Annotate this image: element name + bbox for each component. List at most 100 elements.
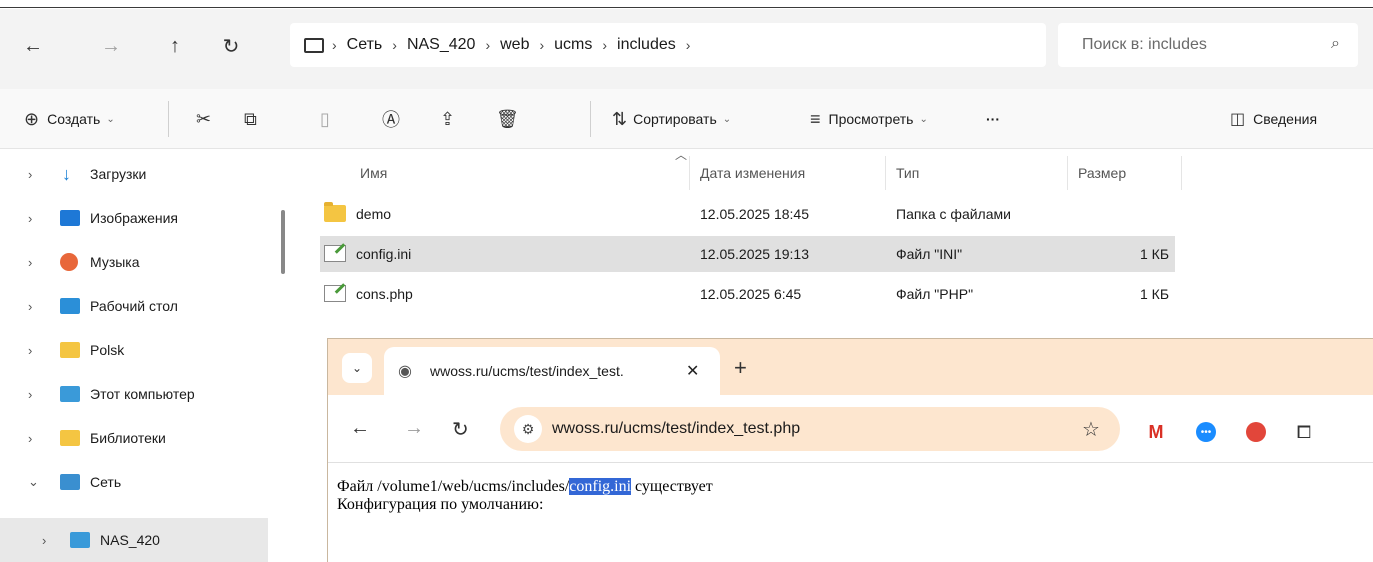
breadcrumb[interactable]: › Сеть › NAS_420 › web › ucms › includes… (290, 23, 1046, 67)
share-button[interactable]: ⇪ (440, 107, 455, 131)
browser-reload-button[interactable]: ↻ (452, 417, 469, 442)
browser-tab[interactable]: ◉ wwoss.ru/ucms/test/index_test. ✕ (384, 347, 720, 395)
sidebar-item-label: NAS_420 (100, 532, 160, 548)
details-button[interactable]: ◫ Сведения (1230, 107, 1317, 131)
extensions-puzzle-icon[interactable]: ⧠ (1294, 422, 1314, 442)
chevron-right-icon[interactable]: › (28, 211, 32, 226)
chevron-down-icon[interactable]: ⌄ (28, 474, 39, 490)
copy-icon: ⧉ (244, 108, 257, 129)
sidebar-item-network[interactable]: ⌄ Сеть (0, 460, 268, 504)
details-pane-icon: ◫ (1230, 111, 1246, 128)
sidebar-scrollbar[interactable] (281, 210, 285, 274)
chevron-right-icon[interactable]: › (28, 255, 32, 270)
toolbar-divider (590, 101, 591, 137)
chevron-right-icon[interactable]: › (42, 533, 46, 548)
bookmark-star-icon[interactable]: ☆ (1082, 417, 1100, 442)
address-bar[interactable]: ⚙ wwoss.ru/ucms/test/index_test.php ☆ (500, 407, 1120, 451)
share-icon: ⇪ (440, 108, 456, 129)
sidebar-item-nas[interactable]: › NAS_420 (0, 518, 268, 562)
breadcrumb-item[interactable]: web (490, 36, 539, 54)
chevron-down-icon: ⌄ (106, 113, 115, 125)
file-path-text: Файл /volume1/web/ucms/includes/ (337, 478, 570, 495)
more-button[interactable]: ··· (986, 107, 1000, 131)
breadcrumb-item[interactable]: NAS_420 (397, 36, 486, 54)
cut-button[interactable]: ✂ (196, 107, 211, 131)
sort-label: Сортировать (633, 111, 717, 127)
column-header-date[interactable]: Дата изменения (690, 156, 886, 190)
chevron-right-icon[interactable]: › (28, 431, 32, 446)
ini-file-icon (324, 245, 346, 262)
status-line: Файл /volume1/web/ucms/includes/config.i… (337, 478, 1373, 496)
site-info-icon[interactable]: ⚙ (514, 415, 542, 443)
chevron-right-icon[interactable]: › (28, 343, 32, 358)
file-type: Файл "PHP" (896, 286, 974, 302)
sidebar-item-music[interactable]: › Музыка (0, 240, 268, 284)
folder-icon (324, 202, 346, 222)
file-row-config[interactable]: config.ini 12.05.2025 19:13 Файл "INI" 1… (320, 236, 1175, 272)
chevron-right-icon[interactable]: › (686, 37, 691, 53)
file-row-cons[interactable]: cons.php 12.05.2025 6:45 Файл "PHP" 1 КБ (320, 276, 1175, 312)
forward-button[interactable]: → (96, 31, 126, 61)
chevron-right-icon[interactable]: › (28, 387, 32, 402)
file-name: cons.php (356, 286, 413, 302)
trash-icon: 🗑 (496, 108, 519, 129)
tab-search-button[interactable]: ⌄ (342, 353, 372, 383)
sidebar-item-downloads[interactable]: › ↓ Загрузки (0, 152, 268, 196)
sort-button[interactable]: ⇅ Сортировать ⌄ (612, 107, 731, 131)
desktop-icon (60, 298, 80, 314)
file-row-demo[interactable]: demo 12.05.2025 18:45 Папка с файлами (320, 196, 1175, 232)
rename-button[interactable]: Ⓐ (382, 107, 400, 131)
column-header-name[interactable]: Имя (350, 156, 690, 190)
chat-icon[interactable]: ••• (1196, 422, 1216, 442)
command-bar: ⊕ Создать ⌄ ✂ ⧉ ▯ Ⓐ ⇪ 🗑 ⇅ Сортировать ⌄ … (0, 89, 1373, 149)
up-button[interactable]: ↑ (160, 31, 190, 61)
search-icon: ⌕ (1331, 35, 1340, 52)
chevron-right-icon[interactable]: › (28, 299, 32, 314)
sidebar-item-polsk[interactable]: › Polsk (0, 328, 268, 372)
top-strip (0, 0, 1373, 8)
paste-button[interactable]: ▯ (320, 107, 330, 131)
selected-text: config.ini (569, 478, 632, 495)
search-input[interactable]: Поиск в: includes ⌕ (1058, 23, 1358, 67)
sidebar-item-label: Этот компьютер (90, 386, 195, 402)
toolbar-divider (168, 101, 169, 137)
arrow-up-icon: ↑ (170, 34, 180, 57)
sidebar-item-this-pc[interactable]: › Этот компьютер (0, 372, 268, 416)
create-label: Создать (47, 111, 101, 127)
list-icon: ≡ (810, 108, 821, 129)
back-button[interactable]: ← (18, 31, 48, 61)
close-icon[interactable]: ✕ (686, 361, 699, 381)
plus-icon: + (734, 355, 747, 380)
file-name: demo (356, 206, 392, 222)
browser-window: ⌄ ◉ wwoss.ru/ucms/test/index_test. ✕ + ←… (327, 338, 1373, 562)
copy-button[interactable]: ⧉ (244, 107, 257, 131)
folder-icon (60, 342, 80, 358)
refresh-button[interactable]: ↻ (216, 31, 246, 61)
breadcrumb-item[interactable]: ucms (544, 36, 602, 54)
breadcrumb-item[interactable]: includes (607, 36, 686, 54)
column-header-size[interactable]: Размер (1068, 156, 1182, 190)
view-button[interactable]: ≡ Просмотреть ⌄ (810, 107, 928, 131)
browser-back-button[interactable]: ← (350, 417, 370, 440)
sidebar-item-libraries[interactable]: › Библиотеки (0, 416, 268, 460)
address-row: ← → ↑ ↻ › Сеть › NAS_420 › web › ucms › … (0, 9, 1373, 89)
music-icon (60, 253, 78, 271)
arrow-right-icon: → (101, 34, 121, 57)
create-button[interactable]: ⊕ Создать ⌄ (24, 107, 115, 131)
gmail-icon[interactable]: M (1146, 422, 1166, 442)
file-type: Файл "INI" (896, 246, 963, 262)
sidebar-item-label: Библиотеки (90, 430, 166, 446)
breadcrumb-item[interactable]: Сеть (337, 36, 393, 54)
new-tab-button[interactable]: + (734, 355, 747, 381)
sidebar-item-pictures[interactable]: › Изображения (0, 196, 268, 240)
chevron-right-icon[interactable]: › (28, 167, 32, 182)
exists-text: существует (631, 478, 713, 495)
ladybug-extension-icon[interactable] (1246, 422, 1266, 442)
column-header-type[interactable]: Тип (886, 156, 1068, 190)
computer-icon (304, 37, 324, 53)
sidebar-item-desktop[interactable]: › Рабочий стол (0, 284, 268, 328)
computer-icon (70, 532, 90, 548)
chevron-down-icon: ⌄ (351, 361, 363, 375)
delete-button[interactable]: 🗑 (496, 107, 519, 131)
browser-forward-button[interactable]: → (404, 417, 424, 440)
